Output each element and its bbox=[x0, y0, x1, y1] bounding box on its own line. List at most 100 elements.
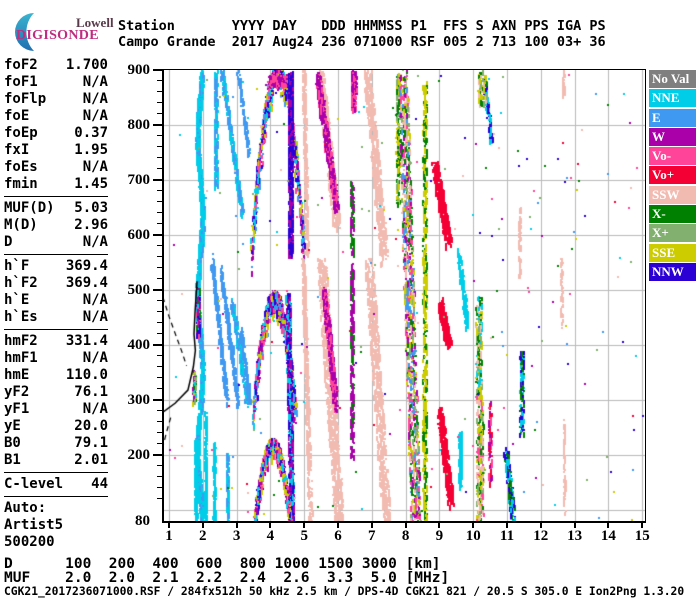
y-minor-tick bbox=[157, 80, 162, 81]
parameter-value: 1.45 bbox=[74, 176, 108, 192]
legend-item-SSW: SSW bbox=[649, 185, 696, 204]
y-axis-label: 300 bbox=[127, 392, 151, 408]
ionogram-window: Lowell DIGISONDE Station YYYY DAY DDD HH… bbox=[0, 0, 700, 600]
y-minor-tick bbox=[157, 388, 162, 389]
y-major-tick bbox=[153, 454, 162, 456]
parameter-label: h`F2 bbox=[4, 275, 38, 291]
parameter-value: 1.700 bbox=[65, 57, 108, 73]
panel-footer-line: Auto: bbox=[4, 500, 47, 516]
legend-item-Vo-: Vo- bbox=[649, 147, 696, 166]
y-major-tick bbox=[153, 69, 162, 71]
parameter-row: h`Es N/A bbox=[4, 309, 108, 326]
y-major-tick bbox=[153, 179, 162, 181]
parameter-row: foFlp N/A bbox=[4, 91, 108, 108]
y-axis-label: 500 bbox=[127, 282, 151, 298]
y-minor-tick bbox=[157, 157, 162, 158]
parameter-value: 2.96 bbox=[74, 217, 108, 233]
y-minor-tick bbox=[157, 201, 162, 202]
parameter-label: h`F bbox=[4, 258, 30, 274]
parameter-label: C-level bbox=[4, 476, 64, 492]
y-axis-label-80: 80 bbox=[135, 513, 150, 529]
parameter-label: MUF(D) bbox=[4, 200, 55, 216]
x-axis-label: 8 bbox=[401, 528, 410, 544]
logo-digisonde-text: DIGISONDE bbox=[16, 28, 99, 43]
x-axis-label: 4 bbox=[266, 528, 275, 544]
y-minor-tick bbox=[157, 443, 162, 444]
parameter-value: N/A bbox=[82, 108, 108, 124]
parameter-label: foE bbox=[4, 108, 30, 124]
x-axis-label: 6 bbox=[334, 528, 342, 544]
panel-divider bbox=[4, 196, 108, 197]
parameter-value: 76.1 bbox=[74, 384, 108, 400]
y-minor-tick bbox=[157, 476, 162, 477]
y-minor-tick bbox=[157, 366, 162, 367]
x-axis-label: 2 bbox=[199, 528, 207, 544]
y-minor-tick bbox=[157, 256, 162, 257]
y-axis-label: 800 bbox=[127, 117, 151, 133]
parameter-panel: foF2 1.700 foF1 N/A foFlp N/A foE N/A foEp 0.37 fx… bbox=[4, 57, 108, 551]
parameter-value: N/A bbox=[82, 234, 108, 250]
header-station-values: Campo Grande 2017 Aug24 236 071000 RSF 0… bbox=[118, 33, 606, 50]
parameter-row: fxI 1.95 bbox=[4, 142, 108, 159]
y-minor-tick bbox=[157, 278, 162, 279]
y-minor-tick bbox=[157, 465, 162, 466]
x-axis-label: 7 bbox=[368, 528, 376, 544]
y-minor-tick bbox=[157, 245, 162, 246]
y-minor-tick bbox=[157, 421, 162, 422]
parameter-label: fmin bbox=[4, 176, 38, 192]
y-major-tick bbox=[153, 399, 162, 401]
parameter-label: h`Es bbox=[4, 309, 38, 325]
x-axis-label: 13 bbox=[567, 528, 583, 544]
parameter-value: N/A bbox=[82, 309, 108, 325]
y-minor-tick bbox=[157, 311, 162, 312]
parameter-label: foFlp bbox=[4, 91, 47, 107]
parameter-row: yF2 76.1 bbox=[4, 384, 108, 401]
parameter-label: B1 bbox=[4, 452, 21, 468]
parameter-label: foF1 bbox=[4, 74, 38, 90]
parameter-row: foEs N/A bbox=[4, 159, 108, 176]
x-axis-label: 9 bbox=[435, 528, 444, 544]
legend-item-Vo+: Vo+ bbox=[649, 166, 696, 185]
y-axis-label: 900 bbox=[127, 62, 151, 78]
x-axis-label: 12 bbox=[533, 528, 549, 544]
panel-divider bbox=[4, 329, 108, 330]
ionogram-plot bbox=[162, 69, 646, 523]
parameter-value: 0.37 bbox=[74, 125, 108, 141]
y-minor-tick bbox=[157, 487, 162, 488]
y-minor-tick bbox=[157, 410, 162, 411]
parameter-value: 331.4 bbox=[65, 333, 108, 349]
parameter-row: h`F 369.4 bbox=[4, 258, 108, 275]
parameter-row: M(D) 2.96 bbox=[4, 217, 108, 234]
parameter-label: foEp bbox=[4, 125, 38, 141]
panel-divider bbox=[4, 254, 108, 255]
parameter-value: N/A bbox=[82, 292, 108, 308]
parameter-row: B1 2.01 bbox=[4, 452, 108, 469]
y-major-tick bbox=[153, 289, 162, 291]
parameter-label: M(D) bbox=[4, 217, 38, 233]
y-axis-label: 600 bbox=[127, 227, 151, 243]
legend-item-X-: X- bbox=[649, 205, 696, 224]
y-minor-tick bbox=[157, 190, 162, 191]
x-axis-label: 15 bbox=[634, 528, 650, 544]
status-line: CGK21_2017236071000.RSF / 284fx512h 50 k… bbox=[4, 585, 685, 598]
y-minor-tick bbox=[157, 223, 162, 224]
parameter-label: hmE bbox=[4, 367, 30, 383]
y-minor-tick bbox=[157, 355, 162, 356]
parameter-row: foF1 N/A bbox=[4, 74, 108, 91]
parameter-value: 44 bbox=[91, 476, 108, 492]
parameter-value: 1.95 bbox=[74, 142, 108, 158]
parameter-row: foE N/A bbox=[4, 108, 108, 125]
parameter-row: h`F2 369.4 bbox=[4, 275, 108, 292]
parameter-value: 5.03 bbox=[74, 200, 108, 216]
y-minor-tick bbox=[157, 113, 162, 114]
direction-legend: No Val NNE E W Vo- Vo+ SSW X- X+ SSE NNW bbox=[649, 70, 696, 282]
y-major-tick bbox=[153, 234, 162, 236]
parameter-row: C-level 44 bbox=[4, 476, 108, 493]
parameter-value: 369.4 bbox=[65, 275, 108, 291]
parameter-value: 110.0 bbox=[65, 367, 108, 383]
parameter-row: yF1 N/A bbox=[4, 401, 108, 418]
y-minor-tick bbox=[157, 168, 162, 169]
parameter-row: hmF2 331.4 bbox=[4, 333, 108, 350]
y-axis-label: 200 bbox=[127, 447, 151, 463]
parameter-label: yF1 bbox=[4, 401, 30, 417]
